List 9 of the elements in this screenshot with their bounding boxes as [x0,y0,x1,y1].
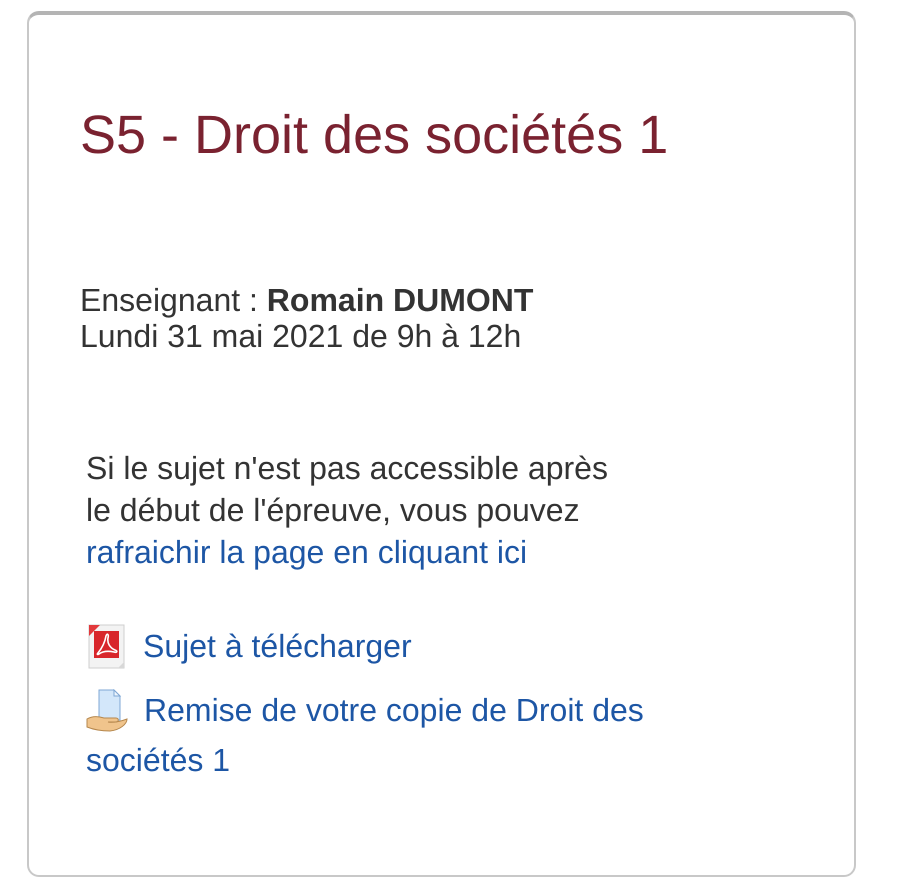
hand-document-icon [86,689,128,732]
notice-text: Si le sujet n'est pas accessible après le début de l'épreuve, vous pouvez rafraichir la page en cliquant ici [86,449,609,572]
course-title: S5 - Droit des sociétés 1 [80,105,668,165]
exam-schedule: Lundi 31 mai 2021 de 9h à 12h [80,318,522,354]
submission-link[interactable]: Remise de votre copie de Droit des sociétés 1 [86,685,686,786]
download-link[interactable]: Sujet à télécharger [86,621,412,672]
refresh-link[interactable]: rafraichir la page en cliquant ici [86,534,528,570]
teacher-line: Enseignant : Romain DUMONT [80,282,534,318]
pdf-file-icon [88,624,125,670]
